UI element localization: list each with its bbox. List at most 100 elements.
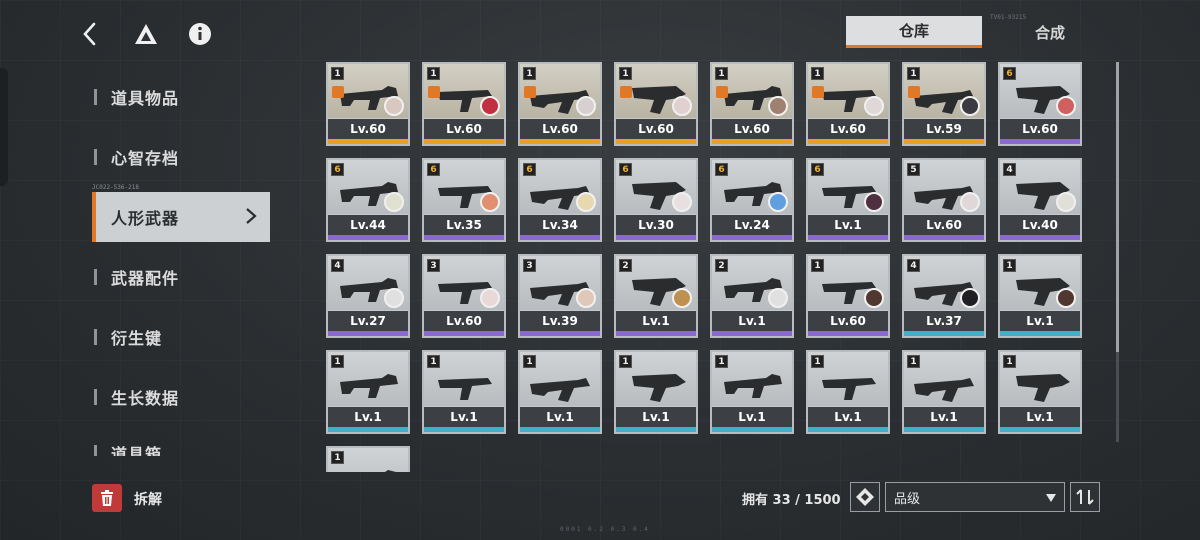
rarity-bar bbox=[808, 235, 888, 240]
weapon-level: Lv.59 bbox=[904, 119, 984, 139]
equipped-doll-avatar bbox=[960, 192, 980, 212]
weapon-count-badge: 1 bbox=[427, 67, 440, 80]
equipped-doll-avatar bbox=[384, 192, 404, 212]
equipped-doll-avatar bbox=[576, 288, 596, 308]
weapon-level: Lv.1 bbox=[712, 311, 792, 331]
weapon-card[interactable]: 4 Lv.27 bbox=[326, 254, 410, 338]
weapon-card[interactable]: 4 Lv.40 bbox=[998, 158, 1082, 242]
weapon-card[interactable]: 1 Lv.1 bbox=[518, 350, 602, 434]
equipped-doll-avatar bbox=[576, 96, 596, 116]
weapon-card[interactable]: 1 Lv.60 bbox=[710, 62, 794, 146]
weapon-count-badge: 1 bbox=[523, 355, 536, 368]
sidebar-item-growth-data[interactable]: 生长数据 bbox=[88, 372, 268, 422]
rarity-bar bbox=[328, 331, 408, 336]
weapon-card[interactable]: 3 Lv.60 bbox=[422, 254, 506, 338]
weapon-count-badge: 4 bbox=[331, 259, 344, 272]
sidebar-item-items[interactable]: 道具物品 bbox=[88, 72, 268, 122]
weapon-card[interactable]: 1 Lv.60 bbox=[806, 254, 890, 338]
weapon-card[interactable]: 1 Lv.1 bbox=[710, 350, 794, 434]
equipped-doll-avatar bbox=[576, 192, 596, 212]
sidebar-item-mind-archive[interactable]: 心智存档 bbox=[88, 132, 268, 182]
sidebar-item-doll-weapons[interactable]: 人形武器 bbox=[92, 192, 270, 242]
grid-scroll-thumb[interactable] bbox=[1116, 62, 1119, 352]
sidebar-item-derivative-keys[interactable]: 衍生键 bbox=[88, 312, 268, 362]
weapon-card[interactable]: 6 Lv.34 bbox=[518, 158, 602, 242]
equipped-doll-avatar bbox=[1056, 192, 1076, 212]
equipped-doll-avatar bbox=[672, 96, 692, 116]
sort-dropdown[interactable]: 品级 bbox=[885, 482, 1065, 512]
weapon-count-badge: 3 bbox=[523, 259, 536, 272]
weapon-card[interactable]: 1 Lv.60 bbox=[518, 62, 602, 146]
weapon-card[interactable]: 1 Lv.60 bbox=[326, 62, 410, 146]
dismantle-label[interactable]: 拆解 bbox=[134, 489, 162, 509]
rarity-bar bbox=[1000, 427, 1080, 432]
edge-handle[interactable] bbox=[0, 68, 8, 186]
weapon-card[interactable]: 5 Lv.60 bbox=[902, 158, 986, 242]
back-button[interactable] bbox=[70, 14, 110, 54]
lock-icon bbox=[620, 86, 632, 98]
sidebar-item-label: 衍生键 bbox=[111, 329, 163, 348]
equipped-doll-avatar bbox=[960, 288, 980, 308]
sidebar-item-item-boxes[interactable]: 道具箱 bbox=[88, 428, 268, 456]
weapon-card[interactable]: 1 Lv.1 bbox=[326, 350, 410, 434]
weapon-card[interactable]: 6 Lv.1 bbox=[806, 158, 890, 242]
rarity-bar bbox=[328, 427, 408, 432]
weapon-card[interactable]: 6 Lv.35 bbox=[422, 158, 506, 242]
sidebar-item-weapon-attachments[interactable]: 武器配件 bbox=[88, 252, 268, 302]
equipped-doll-avatar bbox=[480, 192, 500, 212]
weapon-silhouette-icon bbox=[724, 374, 782, 398]
weapon-card[interactable]: 6 Lv.24 bbox=[710, 158, 794, 242]
weapon-card[interactable]: 6 Lv.30 bbox=[614, 158, 698, 242]
weapon-count-badge: 1 bbox=[331, 451, 344, 464]
info-button[interactable] bbox=[180, 14, 220, 54]
weapon-silhouette-icon bbox=[822, 378, 876, 400]
weapon-card[interactable]: 1 Lv.1 bbox=[902, 350, 986, 434]
home-button[interactable] bbox=[126, 14, 166, 54]
owned-count: 拥有 33 / 1500 bbox=[742, 493, 841, 508]
weapon-level: Lv.1 bbox=[904, 407, 984, 427]
filter-button[interactable] bbox=[850, 482, 880, 512]
weapon-card[interactable]: 1 bbox=[326, 446, 410, 472]
weapon-card[interactable]: 1 Lv.60 bbox=[422, 62, 506, 146]
rarity-bar bbox=[520, 139, 600, 144]
weapon-card[interactable]: 1 Lv.59 bbox=[902, 62, 986, 146]
weapon-card[interactable]: 1 Lv.60 bbox=[614, 62, 698, 146]
rarity-bar bbox=[328, 139, 408, 144]
weapon-card[interactable]: 1 Lv.1 bbox=[422, 350, 506, 434]
weapon-count-badge: 2 bbox=[715, 259, 728, 272]
weapon-silhouette-icon bbox=[530, 378, 590, 402]
weapon-card[interactable]: 6 Lv.44 bbox=[326, 158, 410, 242]
rarity-bar bbox=[424, 427, 504, 432]
weapon-card[interactable]: 1 Lv.1 bbox=[806, 350, 890, 434]
weapon-card[interactable]: 1 Lv.1 bbox=[998, 350, 1082, 434]
filter-icon bbox=[856, 488, 874, 506]
sidebar-item-marker bbox=[94, 89, 97, 105]
tab-warehouse[interactable]: 仓库 bbox=[846, 16, 982, 48]
rarity-bar bbox=[904, 235, 984, 240]
weapon-level: Lv.40 bbox=[1000, 215, 1080, 235]
weapon-silhouette-icon bbox=[340, 374, 398, 398]
weapon-count-badge: 6 bbox=[1003, 67, 1016, 80]
weapon-card[interactable]: 2 Lv.1 bbox=[710, 254, 794, 338]
weapon-silhouette-icon bbox=[385, 470, 396, 472]
weapon-card[interactable]: 1 Lv.1 bbox=[614, 350, 698, 434]
rarity-bar bbox=[520, 427, 600, 432]
weapon-card[interactable]: 3 Lv.39 bbox=[518, 254, 602, 338]
weapon-card[interactable]: 4 Lv.37 bbox=[902, 254, 986, 338]
equipped-doll-avatar bbox=[672, 288, 692, 308]
rarity-bar bbox=[520, 331, 600, 336]
weapon-card[interactable]: 2 Lv.1 bbox=[614, 254, 698, 338]
footer-micro-text: 0001 0.2 0.3 0.4 bbox=[560, 526, 650, 533]
dismantle-button[interactable] bbox=[92, 484, 122, 512]
weapon-card[interactable]: 1 Lv.1 bbox=[998, 254, 1082, 338]
weapon-card[interactable]: 1 Lv.60 bbox=[806, 62, 890, 146]
equipped-doll-avatar bbox=[864, 288, 884, 308]
weapon-count-badge: 1 bbox=[427, 355, 440, 368]
weapon-card[interactable]: 6 Lv.60 bbox=[998, 62, 1082, 146]
sort-order-button[interactable] bbox=[1070, 482, 1100, 512]
weapon-level: Lv.1 bbox=[1000, 407, 1080, 427]
equipped-doll-avatar bbox=[1056, 96, 1076, 116]
weapon-count-badge: 6 bbox=[811, 163, 824, 176]
sidebar-micro-text: JC022-536-218 bbox=[92, 184, 139, 191]
grid-scrollbar[interactable] bbox=[1116, 62, 1119, 442]
